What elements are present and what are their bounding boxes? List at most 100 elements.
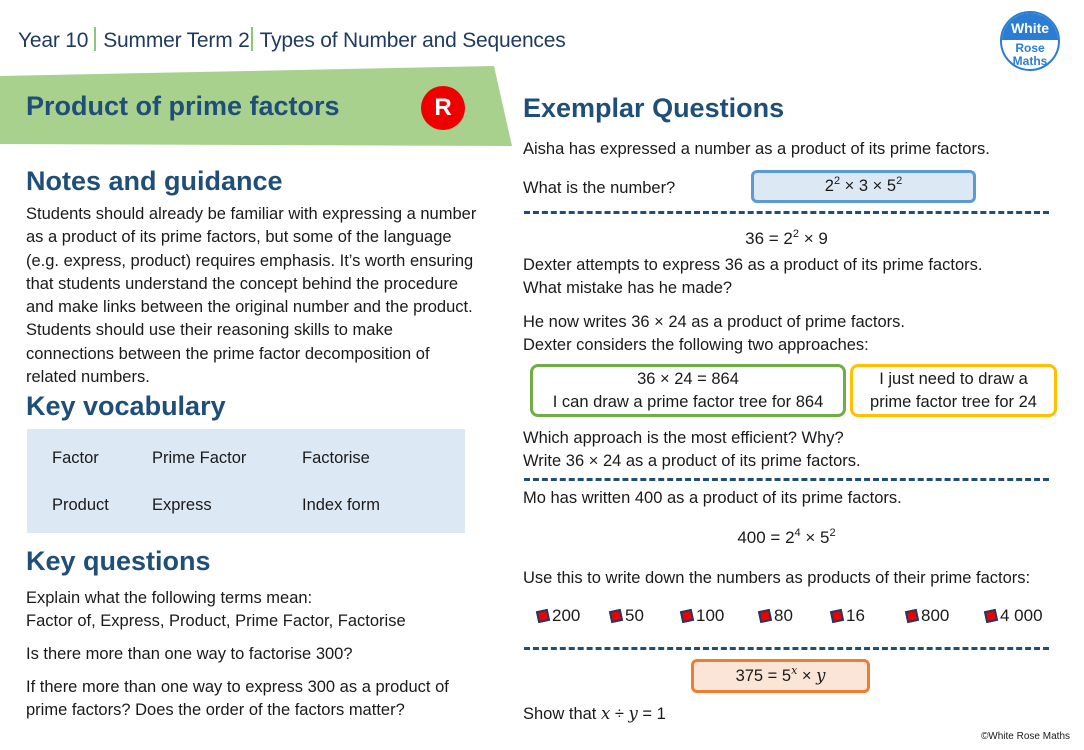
divider — [94, 27, 97, 51]
reasoning-badge: R — [421, 86, 465, 130]
exemplar-heading: Exemplar Questions — [523, 93, 785, 123]
number-value: 200 — [552, 606, 581, 625]
number-item: 4 000 — [983, 606, 1043, 626]
approach-line: 36 × 24 = 864 — [637, 370, 739, 388]
eq-part: × 5 — [800, 528, 830, 547]
notes-line: as a product of its prime factors, but s… — [26, 228, 452, 247]
exponent: 2 — [896, 175, 903, 187]
number-value: 4 000 — [1000, 606, 1043, 625]
number-value: 100 — [696, 606, 725, 625]
vocabulary-heading: Key vocabulary — [26, 391, 226, 421]
white-rose-maths-logo: White Rose Maths — [1000, 11, 1060, 71]
logo-line-white: White — [1002, 13, 1058, 40]
number-value: 800 — [921, 606, 950, 625]
base: 5 — [886, 177, 897, 195]
section-divider — [524, 647, 1049, 650]
approach-line: prime factor tree for 24 — [870, 393, 1037, 411]
exponent: 2 — [829, 527, 836, 539]
operator: × — [797, 667, 817, 685]
eq-part: 400 = 2 — [737, 528, 795, 547]
variable: x — [600, 704, 611, 723]
key-question-line: Explain what the following terms mean: — [26, 589, 313, 607]
q3-equation: 400 = 24 × 52 — [524, 526, 1049, 549]
text: = 1 — [637, 705, 666, 723]
bullet-icon — [679, 608, 695, 624]
notes-heading: Notes and guidance — [26, 166, 283, 196]
notes-line: and make links between the original numb… — [26, 298, 473, 317]
q2-line: He now writes 36 × 24 as a product of pr… — [523, 313, 905, 331]
key-question-line: Is there more than one way to factorise … — [26, 645, 353, 663]
variable: y — [816, 666, 826, 685]
key-question: Explain what the following terms mean: F… — [26, 587, 508, 634]
bullet-icon — [757, 608, 773, 624]
notes-line: that students understand the concept beh… — [26, 274, 459, 293]
bullet-icon — [904, 608, 920, 624]
q2-line: Dexter considers the following two appro… — [523, 336, 869, 354]
q3-line: Mo has written 400 as a product of its p… — [523, 489, 902, 507]
bullet-icon — [535, 608, 551, 624]
operator: × 3 × — [840, 177, 887, 195]
eq-part: × 9 — [799, 229, 828, 248]
q2-line: Write 36 × 24 as a product of its prime … — [523, 452, 861, 470]
year-label: Year 10 — [18, 29, 89, 52]
q3-line: Use this to write down the numbers as pr… — [523, 569, 1031, 587]
vocab-term: Express — [152, 496, 212, 514]
q2-line: Which approach is the most efficient? Wh… — [523, 429, 844, 447]
number-item: 16 — [829, 606, 865, 626]
number-value: 50 — [625, 606, 644, 625]
q2-line: Dexter attempts to express 36 as a produ… — [523, 256, 983, 274]
notes-body: Students should already be familiar with… — [26, 203, 508, 389]
notes-line: Students should already be familiar with… — [26, 205, 477, 223]
key-question-line: Factor of, Express, Product, Prime Facto… — [26, 612, 406, 631]
approach-line: I can draw a prime factor tree for 864 — [552, 393, 824, 411]
page-title: Product of prime factors — [26, 91, 340, 121]
q1-expression-box: 22 × 3 × 52 — [751, 170, 976, 203]
q1-prompt: What is the number? — [523, 179, 676, 197]
number-value: 16 — [846, 606, 865, 625]
term-label: Summer Term 2 — [103, 29, 250, 52]
vocab-term: Index form — [302, 496, 380, 514]
eq-part: 36 = 2 — [745, 229, 793, 248]
number-item: 800 — [904, 606, 950, 626]
q4-equation-box: 375 = 5x × y — [691, 659, 870, 693]
vocabulary-box: Factor Prime Factor Factorise Product Ex… — [27, 429, 465, 533]
number-item: 80 — [757, 606, 793, 626]
number-value: 80 — [774, 606, 793, 625]
vocab-term: Factor — [52, 449, 99, 467]
logo-line-maths: Maths — [1012, 54, 1048, 68]
notes-line: related numbers. — [26, 368, 150, 387]
q2-equation: 36 = 22 × 9 — [524, 227, 1049, 250]
key-question: Is there more than one way to factorise … — [26, 643, 508, 666]
key-question-line: prime factors? Does the order of the fac… — [26, 701, 405, 720]
unit-breadcrumb: Year 10 Summer Term 2 Types of Number and … — [18, 27, 566, 53]
q1-text: Aisha has expressed a number as a produc… — [523, 140, 990, 158]
number-item: 50 — [608, 606, 644, 626]
text: Show that — [523, 705, 601, 723]
approach-864-box: 36 × 24 = 864 I can draw a prime factor … — [530, 364, 846, 417]
q2-line: What mistake has he made? — [523, 279, 733, 297]
vocab-term: Factorise — [302, 449, 370, 467]
key-question: If there more than one way to express 30… — [26, 676, 508, 723]
bullet-icon — [608, 608, 624, 624]
key-questions-heading: Key questions — [26, 546, 211, 576]
bullet-icon — [983, 608, 999, 624]
approach-line: I just need to draw a — [879, 370, 1028, 388]
notes-line: connections between the prime factor dec… — [26, 344, 430, 363]
unit-label: Types of Number and Sequences — [259, 29, 566, 52]
operator: ÷ — [610, 705, 629, 723]
section-divider — [524, 211, 1049, 214]
eq-part: 375 = 5 — [735, 667, 792, 685]
q4-show-that: Show that x ÷ y = 1 — [523, 702, 666, 726]
divider — [250, 27, 253, 51]
number-item: 100 — [679, 606, 725, 626]
key-question-line: If there more than one way to express 30… — [26, 678, 449, 696]
vocab-term: Prime Factor — [152, 449, 247, 467]
base: 2 — [824, 177, 834, 195]
notes-line: (e.g. express, product) requires emphasi… — [26, 251, 474, 270]
variable: y — [628, 704, 638, 723]
notes-line: Students should use their reasoning skil… — [26, 321, 393, 340]
approach-24-box: I just need to draw a prime factor tree … — [850, 364, 1057, 417]
section-divider — [524, 478, 1049, 481]
number-item: 200 — [535, 606, 581, 626]
bullet-icon — [829, 608, 845, 624]
